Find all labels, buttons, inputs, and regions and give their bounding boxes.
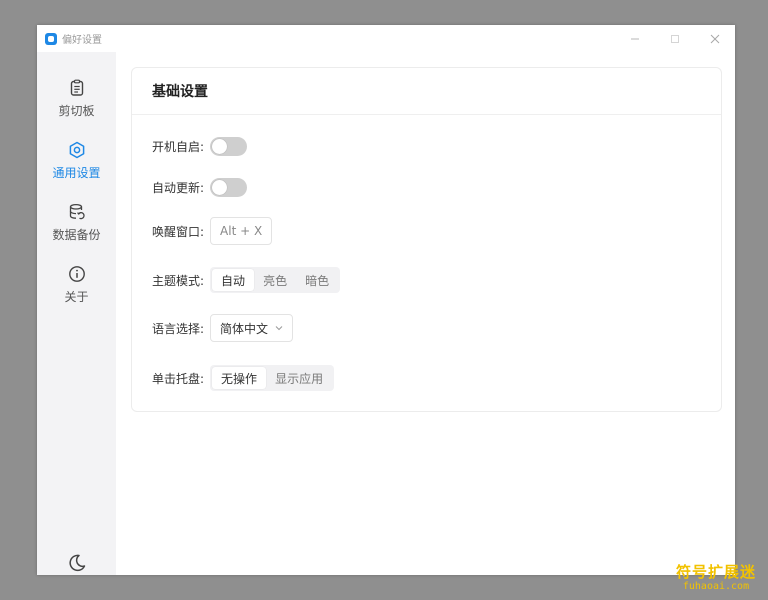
toggle-knob [212,138,228,154]
sidebar: 剪切板 通用设置 数据备份 关于 [37,52,116,575]
window-title: 偏好设置 [62,35,102,46]
watermark-text: 符号扩展迷 [675,563,756,581]
tray-option-show-app[interactable]: 显示应用 [266,367,332,389]
wake-window-row: 唤醒窗口: Alt + X [152,216,273,246]
maximize-button[interactable] [655,25,695,52]
hexagon-settings-icon [69,141,84,159]
tray-option-none[interactable]: 无操作 [212,367,267,389]
sidebar-item-label: 数据备份 [52,228,101,242]
auto-update-label: 自动更新: [152,180,205,195]
sidebar-item-clipboard[interactable]: 剪切板 [37,77,116,129]
sidebar-item-data-backup[interactable]: 数据备份 [37,201,116,253]
close-button[interactable] [695,25,735,52]
startup-toggle[interactable] [210,136,248,156]
basic-settings-card: 基础设置 开机自启: 自动更新: 唤醒窗口: Alt + X 主题模式: 自动 … [131,67,722,412]
sidebar-item-label: 剪切板 [58,104,95,118]
tray-click-label: 单击托盘: [152,371,205,386]
theme-option-auto[interactable]: 自动 [212,269,255,291]
toggle-knob [212,179,228,195]
auto-update-toggle[interactable] [210,177,248,197]
tray-click-row: 单击托盘: 无操作 显示应用 [152,363,335,393]
tray-click-segmented: 无操作 显示应用 [210,365,335,391]
theme-mode-row: 主题模式: 自动 亮色 暗色 [152,265,341,295]
clipboard-icon [70,79,83,96]
sidebar-item-about[interactable]: 关于 [37,263,116,315]
section-title: 基础设置 [152,84,208,100]
language-row: 语言选择: 简体中文 [152,313,294,343]
minimize-icon [631,38,639,39]
close-icon [710,34,720,43]
watermark-url: fuhaoai.com [682,581,750,592]
info-icon [68,266,85,282]
sidebar-item-label: 通用设置 [52,166,101,180]
startup-row: 开机自启: [152,131,248,161]
window-controls [615,25,735,52]
title-bar[interactable]: 偏好设置 [37,25,735,52]
language-selected-value: 简体中文 [220,321,269,336]
main-content: 基础设置 开机自启: 自动更新: 唤醒窗口: Alt + X 主题模式: 自动 … [116,52,735,575]
theme-mode-label: 主题模式: [152,273,205,288]
minimize-button[interactable] [615,25,655,52]
chevron-down-icon [275,326,283,331]
language-label: 语言选择: [152,321,205,336]
theme-mode-segmented: 自动 亮色 暗色 [210,267,341,293]
moon-icon [69,554,86,572]
theme-option-light[interactable]: 亮色 [254,269,296,291]
site-watermark: 符号扩展迷 fuhaoai.com [676,565,756,592]
database-backup-icon [69,203,85,220]
preferences-window: 偏好设置 剪切板 通用设置 数据备份 关于 基础设置 开机自启: 自动更新: 唤… [37,25,735,575]
startup-label: 开机自启: [152,139,205,154]
wake-window-hotkey-input[interactable]: Alt + X [210,217,273,245]
sidebar-item-label: 关于 [64,290,89,304]
language-select[interactable]: 简体中文 [210,314,294,342]
app-logo-icon [45,32,57,45]
sidebar-item-general-settings[interactable]: 通用设置 [37,139,116,191]
wake-window-label: 唤醒窗口: [152,224,205,239]
card-header: 基础设置 [132,68,721,115]
auto-update-row: 自动更新: [152,172,248,202]
theme-option-dark[interactable]: 暗色 [296,269,338,291]
maximize-icon [671,34,679,43]
theme-toggle-button[interactable] [66,552,88,574]
